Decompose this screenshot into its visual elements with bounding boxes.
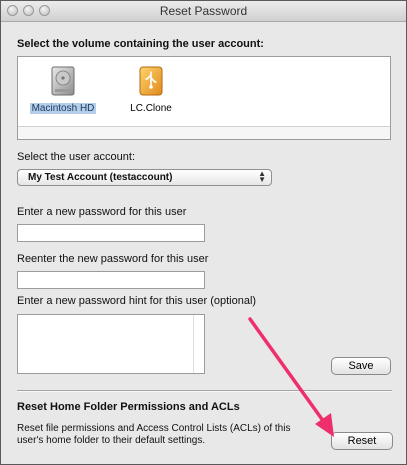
account-label: Select the user account: [17,151,136,163]
volume-label-lc-clone: LC.Clone [130,103,172,114]
volume-list-scrollbar[interactable] [18,126,390,139]
new-password-label: Enter a new password for this user [17,206,187,218]
save-button[interactable]: Save [331,357,391,375]
volume-heading: Select the volume containing the user ac… [17,38,264,50]
selected-account-text: My Test Account (testaccount) [28,172,173,183]
hard-drive-icon [51,66,75,96]
external-drive-icon [139,66,163,96]
chevron-up-down-icon: ▲ ▼ [258,169,266,184]
volume-label-macintosh-hd: Macintosh HD [29,103,97,114]
section-divider [17,390,392,392]
volume-item-lc-clone[interactable]: LC.Clone [116,65,186,114]
password-hint-field[interactable] [17,314,205,374]
reset-password-window: Reset Password Select the volume contain… [0,0,407,465]
reset-button[interactable]: Reset [331,432,393,450]
title-bar: Reset Password [1,1,406,22]
volume-list: Macintosh HD LC.Clone [17,56,391,140]
new-password-field[interactable] [17,224,205,242]
reenter-password-label: Reenter the new password for this user [17,253,209,265]
volume-item-macintosh-hd[interactable]: Macintosh HD [28,65,98,114]
hint-scrollbar[interactable] [193,315,204,373]
password-hint-label: Enter a new password hint for this user … [17,295,257,307]
acl-description: Reset file permissions and Access Contro… [17,423,291,446]
acl-heading: Reset Home Folder Permissions and ACLs [17,401,240,413]
window-title: Reset Password [159,4,248,18]
user-account-select[interactable]: My Test Account (testaccount) ▲ ▼ [17,169,272,186]
reenter-password-field[interactable] [17,271,205,289]
